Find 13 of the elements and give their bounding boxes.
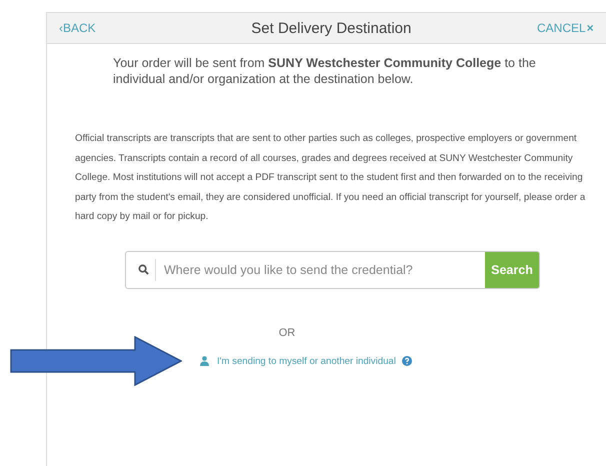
cancel-link[interactable]: CANCEL× (536, 21, 606, 35)
person-icon (200, 356, 209, 366)
search-icon (138, 264, 149, 275)
search-button[interactable]: Search (485, 252, 539, 288)
notice-text: Official transcripts are transcripts that are sent to other parties such as colleges, prospective employers or government agencies. Transcripts contain a record of all courses, grades and degrees received at SUNY Westchester Community College. Most institutions will not accept a PDF transcript sent to the student first and then forwarded on to the receiving party from the student's email, they are considered unofficial. If you need an official transcript for yourself, please order a hard copy by mail or for pickup. (75, 132, 586, 224)
search-field[interactable]: Where would you like to send the credential? Search (125, 250, 540, 288)
or-separator: OR (278, 326, 296, 338)
help-icon[interactable] (402, 356, 412, 366)
intro-text: Your order will be sent from SUNY Westchester Community College to the individual and/or organization at the destination below. (113, 55, 537, 87)
dialog-title: Set Delivery Destination (251, 20, 412, 36)
individual-link[interactable]: I'm sending to myself or another individual (200, 356, 396, 366)
back-link[interactable]: ‹BACK (59, 21, 96, 35)
arrow-icon (10, 336, 182, 386)
